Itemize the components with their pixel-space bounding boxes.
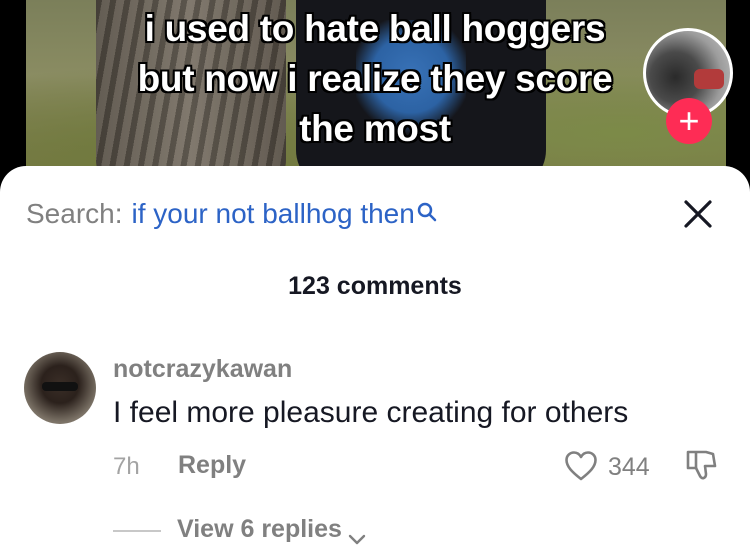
caption-line: the most: [299, 108, 451, 149]
video-player[interactable]: i used to hate ball hoggers but now i re…: [0, 0, 750, 190]
comment-item: notcrazykawan I feel more pleasure creat…: [0, 352, 750, 552]
divider: [113, 530, 161, 532]
reply-button[interactable]: Reply: [178, 451, 246, 480]
thumbs-down-icon[interactable]: [684, 448, 718, 484]
comment-username[interactable]: notcrazykawan: [113, 355, 292, 384]
plus-icon: +: [678, 100, 700, 141]
like-count: 344: [608, 453, 650, 481]
comment-timestamp: 7h: [113, 453, 140, 480]
avatar-photo-detail: [694, 69, 724, 89]
chevron-down-icon: [348, 524, 366, 544]
view-replies-button[interactable]: View 6 replies: [177, 515, 366, 544]
avatar-photo-detail: [42, 382, 78, 391]
caption-line: i used to hate ball hoggers: [144, 8, 606, 49]
caption-line: but now i realize they score: [137, 58, 613, 99]
comment-text: I feel more pleasure creating for others: [113, 396, 629, 429]
view-replies-label: View 6 replies: [177, 515, 342, 543]
video-caption: i used to hate ball hoggers but now i re…: [60, 4, 690, 154]
search-query-link[interactable]: if your not ballhog then: [132, 198, 415, 230]
search-icon: [417, 197, 437, 222]
search-prefix: Search:: [26, 198, 123, 229]
search-suggestion[interactable]: Search: if your not ballhog then: [26, 194, 437, 234]
avatar[interactable]: [24, 352, 96, 424]
close-icon[interactable]: [680, 196, 716, 232]
heart-icon[interactable]: [564, 450, 598, 482]
follow-button[interactable]: +: [666, 98, 712, 144]
comment-count: 123 comments: [288, 272, 462, 300]
comments-sheet: Search: if your not ballhog then 123 com…: [0, 166, 750, 554]
